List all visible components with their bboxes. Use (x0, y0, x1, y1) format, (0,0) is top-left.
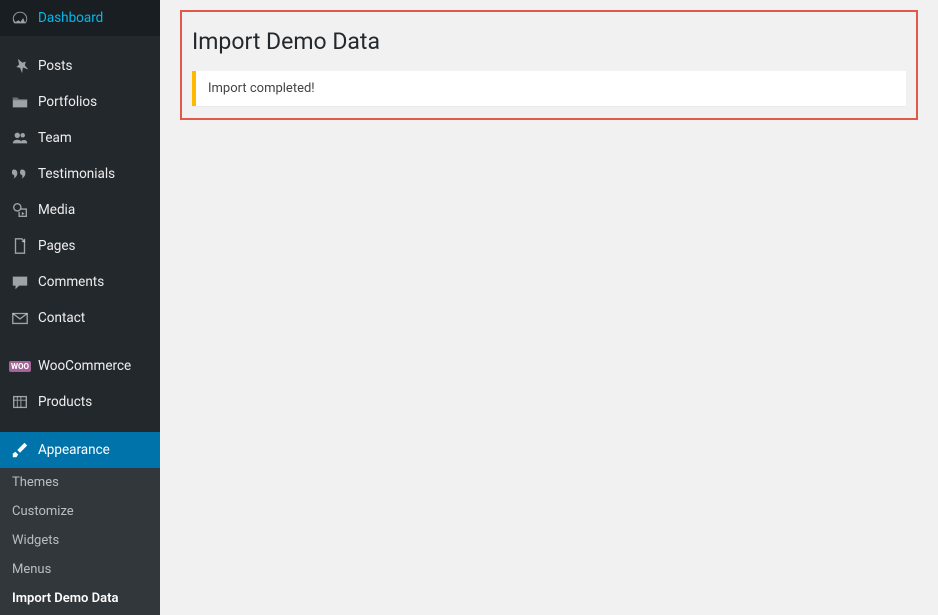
sidebar-item-testimonials[interactable]: Testimonials (0, 156, 160, 192)
comment-icon (10, 272, 30, 292)
envelope-icon (10, 308, 30, 328)
sidebar-item-posts[interactable]: Posts (0, 48, 160, 84)
submenu-item-widgets[interactable]: Widgets (0, 526, 160, 555)
submenu-item-themes[interactable]: Themes (0, 468, 160, 497)
brush-icon (10, 440, 30, 460)
sidebar-item-team[interactable]: Team (0, 120, 160, 156)
sidebar-item-label: WooCommerce (38, 358, 131, 374)
sidebar-item-woocommerce[interactable]: WOO WooCommerce (0, 348, 160, 384)
submenu-item-import-demo-data[interactable]: Import Demo Data (0, 584, 160, 613)
people-icon (10, 128, 30, 148)
highlight-box: Import Demo Data Import completed! (180, 10, 918, 120)
quote-icon (10, 164, 30, 184)
sidebar-item-label: Portfolios (38, 94, 97, 110)
sidebar-item-appearance[interactable]: Appearance (0, 432, 160, 468)
sidebar-item-label: Testimonials (38, 166, 115, 182)
media-icon (10, 200, 30, 220)
sidebar-item-media[interactable]: Media (0, 192, 160, 228)
dashboard-icon (10, 8, 30, 28)
sidebar-item-label: Media (38, 202, 75, 218)
woo-icon: WOO (10, 356, 30, 376)
sidebar-item-pages[interactable]: Pages (0, 228, 160, 264)
products-icon (10, 392, 30, 412)
sidebar-item-dashboard[interactable]: Dashboard (0, 0, 160, 36)
submenu-item-customize[interactable]: Customize (0, 497, 160, 526)
sidebar-item-label: Pages (38, 238, 76, 254)
sidebar-item-label: Posts (38, 58, 72, 74)
appearance-submenu: Themes Customize Widgets Menus Import De… (0, 468, 160, 615)
sidebar-item-comments[interactable]: Comments (0, 264, 160, 300)
pages-icon (10, 236, 30, 256)
sidebar-item-label: Appearance (38, 442, 110, 458)
folder-icon (10, 92, 30, 112)
sidebar-item-products[interactable]: Products (0, 384, 160, 420)
sidebar-item-label: Contact (38, 310, 85, 326)
sidebar-item-label: Team (38, 130, 72, 146)
sidebar-item-label: Comments (38, 274, 104, 290)
notice-text: Import completed! (208, 81, 894, 96)
submenu-item-menus[interactable]: Menus (0, 555, 160, 584)
notice-success: Import completed! (192, 71, 906, 106)
main-content: Import Demo Data Import completed! (160, 0, 938, 615)
sidebar-item-label: Products (38, 394, 92, 410)
sidebar-item-contact[interactable]: Contact (0, 300, 160, 336)
admin-sidebar: Dashboard Posts Portfolios Team Testimon… (0, 0, 160, 615)
sidebar-item-label: Dashboard (38, 10, 103, 26)
pin-icon (10, 56, 30, 76)
sidebar-item-portfolios[interactable]: Portfolios (0, 84, 160, 120)
page-title: Import Demo Data (192, 18, 906, 61)
